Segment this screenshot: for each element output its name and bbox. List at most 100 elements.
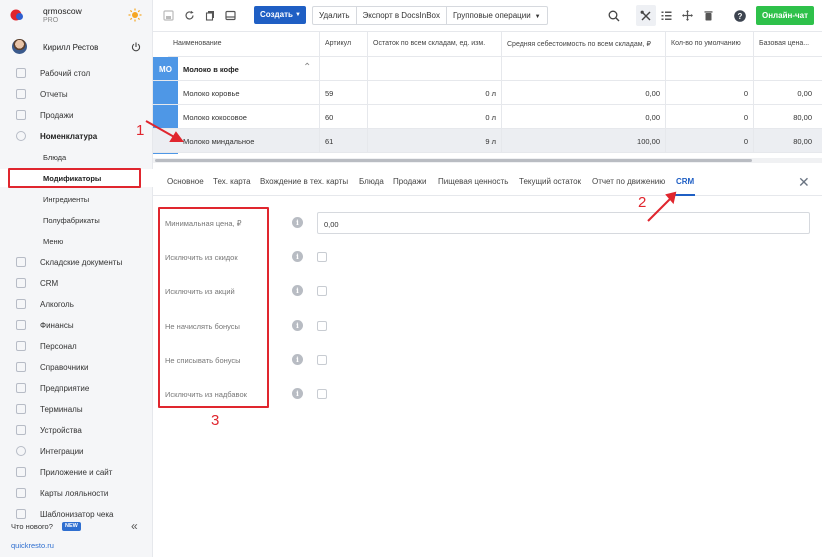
info-icon[interactable]: i [292,251,303,262]
tab-movement-report[interactable]: Отчет по движению [592,177,665,186]
site-link[interactable]: quickresto.ru [11,541,54,550]
refresh-icon[interactable] [184,10,195,21]
sidebar-subitem-dishes[interactable]: Блюда [0,148,153,166]
tab-tech-card-usage[interactable]: Вхождение в тех. карты [260,177,348,186]
info-icon[interactable]: i [292,354,303,365]
annotation-number-2: 2 [638,194,647,211]
online-chat-button[interactable]: Онлайн-чат [756,6,814,25]
annotation-number-1: 1 [136,122,145,139]
sidebar-item-devices[interactable]: Устройства [0,421,153,439]
sidebar-subitem-semifinished[interactable]: Полуфабрикаты [0,211,153,229]
whats-new-link[interactable]: Что нового? [11,522,53,531]
export-docsinbox-button[interactable]: Экспорт в DocsInBox [357,7,447,24]
tab-sales[interactable]: Продажи [393,177,426,186]
table-cell [320,57,368,81]
sidebar-item-label: Финансы [40,321,74,330]
sidebar-item-finance[interactable]: Финансы [0,316,153,334]
sidebar-item-app-site[interactable]: Приложение и сайт [0,463,153,481]
enterprise-icon [16,383,26,393]
cell-stock: 0 л [368,105,502,129]
search-icon[interactable] [608,10,620,22]
sidebar-item-nomenclature[interactable]: Номенклатура [0,127,153,145]
info-icon[interactable]: i [292,285,303,296]
tab-crm[interactable]: CRM [676,177,694,186]
sidebar-item-enterprise[interactable]: Предприятие [0,379,153,397]
list-icon[interactable] [661,10,672,21]
min-price-input[interactable]: 0,00 [317,212,810,234]
column-header-avg-cost[interactable]: Средняя себестоимость по всем складам, ₽ [502,32,666,57]
info-icon[interactable]: i [292,217,303,228]
sidebar-item-alcohol[interactable]: Алкоголь [0,295,153,313]
tab-general[interactable]: Основное [167,177,204,186]
tab-nutrition[interactable]: Пищевая ценность [438,177,508,186]
table-row[interactable]: Молоко коровье 59 0 л 0,00 0 0,00 [153,81,822,105]
brand-block[interactable]: qrmoscow PRO [0,0,153,32]
toolbar: Создать ▼ Удалить Экспорт в DocsInBox Гр… [153,0,822,32]
sidebar-item-references[interactable]: Справочники [0,358,153,376]
cell-stock: 9 л [368,129,502,153]
sidebar-item-crm[interactable]: CRM [0,274,153,292]
column-header-base-price[interactable]: Базовая цена... [754,32,822,57]
sidebar-item-sales[interactable]: Продажи [0,106,153,124]
save-icon[interactable] [163,10,174,21]
table-cell [502,57,666,81]
exclude-discounts-checkbox[interactable] [317,252,327,262]
cell-stock: 0 л [368,81,502,105]
sidebar-subitem-menu[interactable]: Меню [0,232,153,250]
app-icon [16,467,26,477]
cell-qty: 0 [666,129,754,153]
create-button[interactable]: Создать ▼ [254,6,306,24]
help-icon[interactable]: ? [734,10,746,22]
sidebar-item-dashboard[interactable]: Рабочий стол [0,64,153,82]
create-button-label: Создать [260,10,293,19]
no-deduct-bonuses-checkbox[interactable] [317,355,327,365]
exclude-promotions-checkbox[interactable] [317,286,327,296]
info-icon[interactable]: i [292,388,303,399]
terminal-icon [16,404,26,414]
scrollbar-thumb[interactable] [155,159,752,162]
theme-sun-icon[interactable] [128,8,142,22]
chevron-up-icon[interactable]: ⌃ [303,62,311,73]
column-header-stock[interactable]: Остаток по всем складам, ед. изм. [368,32,502,57]
column-header-name[interactable]: Наименование [168,32,320,57]
avatar [12,39,27,54]
power-icon[interactable] [131,42,141,52]
exclude-markups-checkbox[interactable] [317,389,327,399]
delete-button[interactable]: Удалить [313,7,357,24]
brand-name: qrmoscow [43,6,82,16]
dashboard-icon [16,68,26,78]
sidebar-item-integrations[interactable]: Интеграции [0,442,153,460]
cell-cost: 0,00 [502,105,666,129]
column-header-article[interactable]: Артикул [320,32,368,57]
sidebar-item-terminals[interactable]: Терминалы [0,400,153,418]
horizontal-scrollbar[interactable] [153,158,822,163]
group-row[interactable]: Молоко в кофе ⌃ [153,57,822,81]
table-row[interactable]: Молоко кокосовое 60 0 л 0,00 0 80,00 [153,105,822,129]
sidebar-item-loyalty-cards[interactable]: Карты лояльности [0,484,153,502]
tab-dishes[interactable]: Блюда [359,177,384,186]
user-block[interactable]: Кирилл Рестов [0,36,153,58]
receipt-icon [16,509,26,519]
sidebar-subitem-ingredients[interactable]: Ингредиенты [0,190,153,208]
tools-icon[interactable] [640,10,652,22]
sidebar-item-staff[interactable]: Персонал [0,337,153,355]
archive-icon[interactable] [225,10,236,21]
sidebar-item-reports[interactable]: Отчеты [0,85,153,103]
sidebar-item-label: Предприятие [40,384,90,393]
cell-cost: 0,00 [502,81,666,105]
trash-icon[interactable] [703,10,714,21]
copy-icon[interactable] [205,10,216,21]
collapse-sidebar-icon[interactable]: « [131,519,138,533]
close-icon[interactable]: ✕ [798,174,810,191]
no-accrue-bonuses-checkbox[interactable] [317,321,327,331]
move-icon[interactable] [682,10,693,21]
tab-tech-card[interactable]: Тех. карта [213,177,251,186]
table-row-selected[interactable]: Молоко миндальное 61 9 л 100,00 0 80,00 [153,129,822,153]
app-window: qrmoscow PRO Кирилл Рестов Рабочий стол … [0,0,822,557]
column-header-default-qty[interactable]: Кол-во по умолчанию [666,32,754,57]
sidebar-item-warehouse-docs[interactable]: Складские документы [0,253,153,271]
table-cell [666,57,754,81]
group-operations-dropdown[interactable]: Групповые операции ▼ [447,7,547,24]
info-icon[interactable]: i [292,320,303,331]
tab-current-stock[interactable]: Текущий остаток [519,177,581,186]
